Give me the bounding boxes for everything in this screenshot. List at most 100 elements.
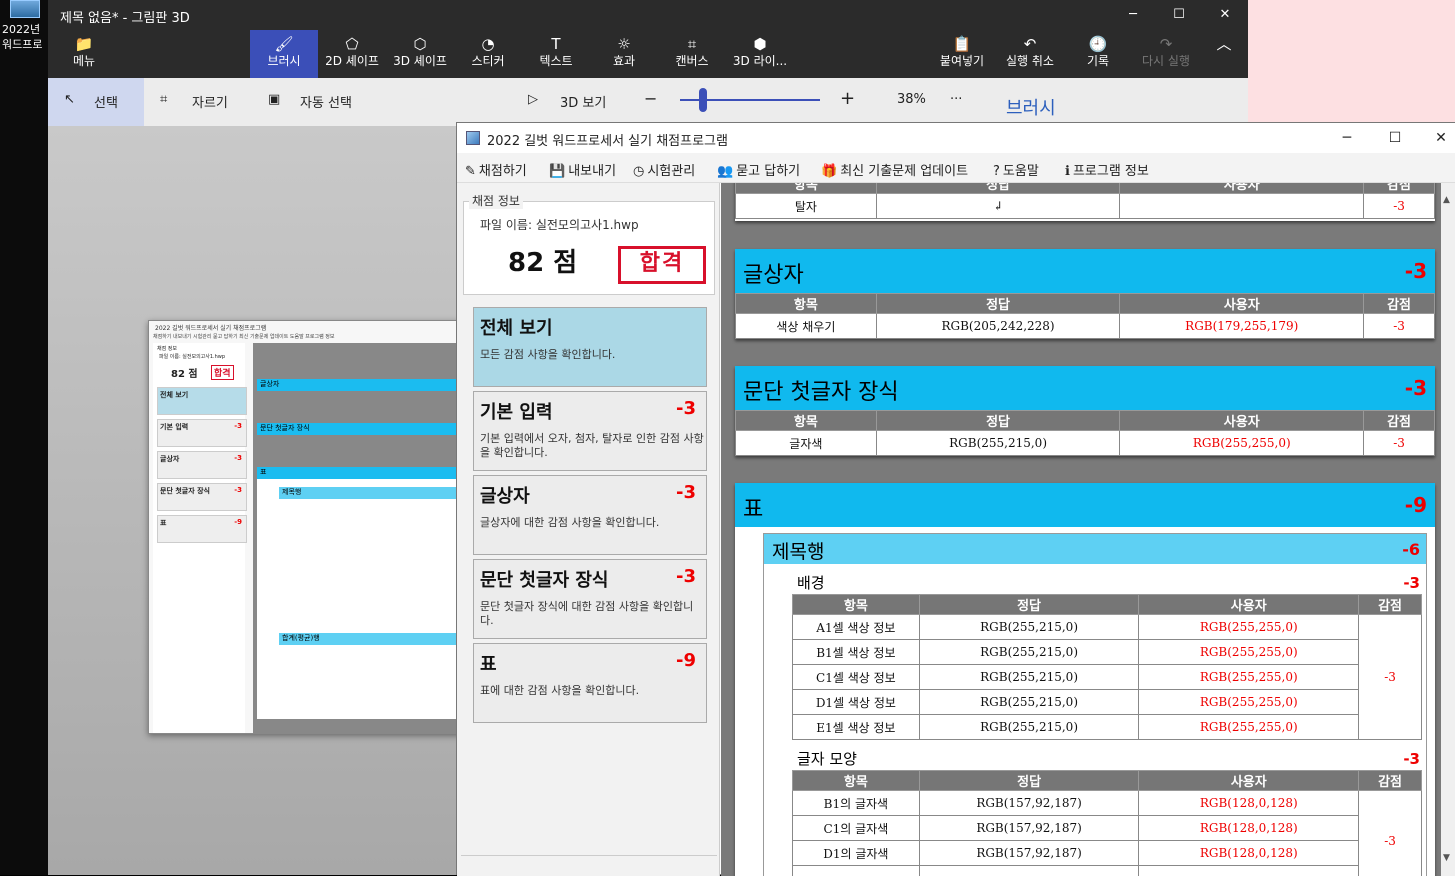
brush-tool-button[interactable]: 🖌브러시 (250, 30, 318, 78)
card-deduct: -9 (676, 650, 696, 671)
grading-window: 2022 길벗 워드프로세서 실기 채점프로그램 ─ ☐ ✕ ✎채점하기 💾내보… (456, 122, 1455, 875)
update-menu[interactable]: 🎁최신 기출문제 업데이트 (821, 160, 968, 179)
paste-button[interactable]: 📋붙여넣기 (930, 30, 994, 78)
grading-sidebar: 파일 이름: 실전모의고사1.hwp 82 점 합격 채점 정보 전체 보기 모… (457, 183, 720, 876)
bg-table-wrap: 항목정답사용자감점 A1셀 색상 정보RGB(255,215,0)RGB(255… (792, 594, 1422, 740)
about-menu[interactable]: ℹ프로그램 정보 (1065, 160, 1149, 179)
effects-button[interactable]: ☼효과 (592, 30, 656, 78)
exam-manage-menu[interactable]: ◷시험관리 (633, 160, 695, 179)
paint3d-ribbon: 📁메뉴 🖌브러시 ⬠2D 셰이프 ⬡3D 셰이프 ◔스티커 T텍스트 ☼효과 ⌗… (48, 30, 1248, 78)
category-card-table[interactable]: 표 -9 표에 대한 감점 사항을 확인합니다. (473, 643, 707, 723)
cell-user: RGB(128,0,128) (1139, 816, 1359, 841)
vertical-scrollbar[interactable]: ▲ ▼ (1441, 183, 1455, 876)
cell-answer: RGB(255,215,0) (919, 690, 1139, 715)
cell-answer: RGB(255,215,0) (919, 615, 1139, 640)
close-button[interactable]: ✕ (1419, 123, 1455, 153)
crop-icon: ⌗ (160, 92, 167, 107)
font-table: 항목정답사용자감점 B1의 글자색RGB(157,92,187)RGB(128,… (792, 770, 1422, 876)
cell-deduct: -3 (1359, 615, 1422, 740)
group-deduct: -3 (1403, 574, 1420, 592)
score-info-legend: 채점 정보 (469, 192, 523, 209)
card-desc: 문단 첫글자 장식에 대한 감점 사항을 확인합니다. (480, 600, 704, 628)
menu-button[interactable]: 📁메뉴 (56, 30, 112, 78)
table-row: D1의 글자색RGB(157,92,187)RGB(128,0,128) (793, 841, 1422, 866)
thumbnail-card-deduct: -3 (234, 422, 242, 430)
more-options-button[interactable]: ··· (950, 92, 962, 107)
minimize-button[interactable]: ─ (1325, 123, 1369, 153)
textbox-section: 글상자-3 항목정답사용자감점 색상 채우기RGB(205,242,228)RG… (735, 249, 1435, 339)
export-menu[interactable]: 💾내보내기 (549, 160, 616, 179)
dropcap-table: 항목정답사용자감점 글자색RGB(255,215,0)RGB(255,255,0… (735, 410, 1435, 456)
category-card-basic-input[interactable]: 기본 입력 -3 기본 입력에서 오자, 첨자, 탈자로 인한 감점 사항을 확… (473, 391, 707, 471)
history-label: 기록 (1066, 52, 1130, 70)
redo-icon: ↷ (1134, 30, 1198, 52)
card-deduct: -3 (676, 398, 696, 419)
redo-button[interactable]: ↷다시 실행 (1134, 30, 1198, 78)
category-card-dropcap[interactable]: 문단 첫글자 장식 -3 문단 첫글자 장식에 대한 감점 사항을 확인합니다. (473, 559, 707, 639)
2d-shapes-button[interactable]: ⬠2D 셰이프 (320, 30, 384, 78)
text-icon: T (524, 30, 588, 52)
grade-menu[interactable]: ✎채점하기 (465, 160, 527, 179)
col-header: 항목 (736, 183, 877, 194)
thumbnail-menu: 채점하기 내보내기 시험관리 묻고 답하기 최신 기출문제 업데이트 도움말 프… (153, 333, 335, 340)
help-menu[interactable]: ?도움말 (993, 160, 1039, 179)
card-title: 표 (480, 650, 497, 676)
zoom-slider-thumb[interactable] (699, 88, 707, 112)
undo-label: 실행 취소 (998, 52, 1062, 70)
canvas-label: 캔버스 (660, 52, 724, 70)
zoom-out-button[interactable]: − (644, 89, 657, 108)
cell-user: RGB(255,255,0) (1139, 615, 1359, 640)
stickers-button[interactable]: ◔스티커 (456, 30, 520, 78)
table-row: E1셀 색상 정보RGB(255,215,0)RGB(255,255,0) (793, 715, 1422, 740)
maximize-button[interactable]: ☐ (1373, 123, 1417, 153)
collapse-ribbon-button[interactable]: ︿ (1204, 30, 1244, 78)
canvas-button[interactable]: ⌗캔버스 (660, 30, 724, 78)
clock-icon: ◷ (633, 164, 644, 179)
section-deduct: -3 (1405, 259, 1427, 283)
scroll-up-icon[interactable]: ▲ (1443, 195, 1450, 205)
3d-library-button[interactable]: ⬢3D 라이... (728, 30, 792, 78)
textbox-table: 항목정답사용자감점 색상 채우기RGB(205,242,228)RGB(179,… (735, 293, 1435, 339)
zoom-level[interactable]: 38% (897, 92, 926, 107)
thumbnail-card: 문단 첫글자 장식-3 (157, 483, 247, 511)
category-card-textbox[interactable]: 글상자 -3 글상자에 대한 감점 사항을 확인합니다. (473, 475, 707, 555)
grading-report[interactable]: 항목정답사용자감점 탈자↲-3 글상자-3 항목정답사용자감점 색상 채우기RG… (721, 183, 1455, 876)
desktop-shortcut-icon[interactable] (10, 0, 40, 18)
undo-button[interactable]: ↶실행 취소 (998, 30, 1062, 78)
cell-answer: RGB(157,92,187) (919, 791, 1139, 816)
history-button[interactable]: 🕘기록 (1066, 30, 1130, 78)
font-table-wrap: 항목정답사용자감점 B1의 글자색RGB(157,92,187)RGB(128,… (792, 770, 1422, 876)
sun-icon: ☼ (592, 30, 656, 52)
subsection-header: 제목행-6 (764, 534, 1426, 564)
thumbnail-card-deduct: -3 (234, 454, 242, 462)
magic-select-button[interactable]: 자동 선택 (300, 92, 352, 111)
qna-menu[interactable]: 👥묻고 답하기 (717, 160, 800, 179)
card-title: 기본 입력 (480, 398, 553, 424)
zoom-in-button[interactable]: + (840, 88, 855, 109)
effects-label: 효과 (592, 52, 656, 70)
info-icon: ℹ (1065, 164, 1070, 179)
col-header: 정답 (876, 294, 1120, 314)
minimize-button[interactable]: ─ (1110, 0, 1156, 30)
crop-button[interactable]: 자르기 (192, 92, 228, 111)
3d-view-toggle[interactable]: 3D 보기 (560, 92, 606, 111)
table-row: B1셀 색상 정보RGB(255,215,0)RGB(255,255,0) (793, 640, 1422, 665)
col-header: 사용자 (1120, 294, 1364, 314)
cell-item: E1셀 색상 정보 (793, 715, 920, 740)
scroll-down-icon[interactable]: ▼ (1443, 853, 1450, 863)
text-button[interactable]: T텍스트 (524, 30, 588, 78)
3d-shapes-button[interactable]: ⬡3D 셰이프 (388, 30, 452, 78)
close-button[interactable]: ✕ (1202, 0, 1248, 30)
section-title: 표 (743, 491, 763, 523)
cell-answer: RGB(205,242,228) (876, 314, 1120, 339)
table-row: 글자색RGB(255,215,0)RGB(255,255,0)-3 (736, 431, 1435, 456)
select-button[interactable]: 선택 (94, 92, 118, 111)
card-desc: 모든 감점 사항을 확인합니다. (480, 348, 704, 362)
category-card-all[interactable]: 전체 보기 모든 감점 사항을 확인합니다. (473, 307, 707, 387)
maximize-button[interactable]: ☐ (1156, 0, 1202, 30)
desktop-shortcut-label[interactable]: 2022년 워드프로 (2, 22, 50, 52)
history-icon: 🕘 (1066, 30, 1130, 52)
canvas-icon: ⌗ (660, 30, 724, 52)
chevron-up-icon: ︿ (1204, 30, 1244, 52)
cell-user (1139, 866, 1359, 876)
